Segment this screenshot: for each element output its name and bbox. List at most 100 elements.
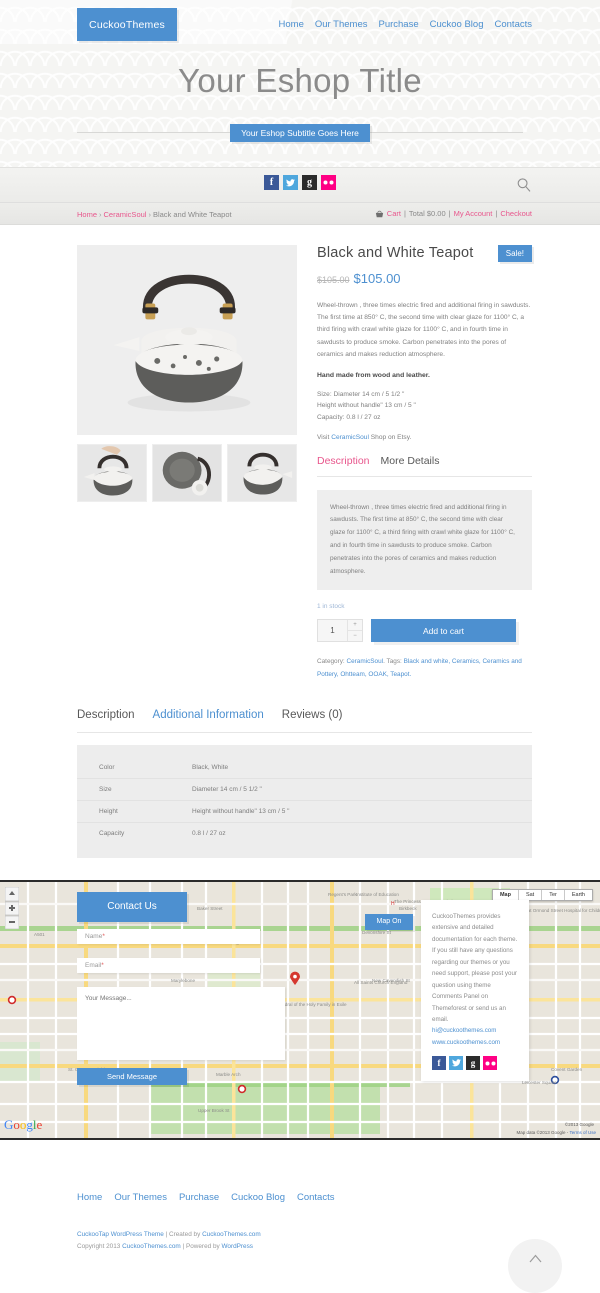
- breadcrumb-category[interactable]: CeramicSoul: [104, 210, 147, 219]
- quantity-decrement-button[interactable]: −: [348, 631, 362, 641]
- product-thumbnails: [77, 444, 297, 502]
- product-main-image[interactable]: [77, 245, 297, 435]
- search-icon[interactable]: [516, 177, 532, 193]
- map-pan-control[interactable]: [4, 886, 20, 934]
- copyright-owner-link[interactable]: CuckooThemes.com: [122, 1243, 181, 1250]
- site-footer: Home Our Themes Purchase Cuckoo Blog Con…: [0, 1139, 600, 1293]
- theme-name-link[interactable]: CuckooTap WordPress Theme: [77, 1231, 164, 1238]
- checkout-link[interactable]: Checkout: [500, 209, 532, 218]
- add-to-cart-button[interactable]: Add to cart: [371, 619, 516, 643]
- my-account-link[interactable]: My Account: [454, 209, 493, 218]
- info-panel-social-group: f g: [432, 1056, 519, 1071]
- tab-additional-information[interactable]: Additional Information: [153, 709, 264, 721]
- product-mini-tabs: Description More Details: [317, 455, 532, 477]
- site-subtitle: Your Eshop Subtitle Goes Here: [230, 124, 370, 142]
- map-contact-section: H H London Marylebone Baker Street The P…: [0, 879, 600, 1140]
- nav-item-home[interactable]: Home: [279, 19, 304, 30]
- product-excerpt: Wheel-thrown , three times electric fire…: [317, 489, 532, 591]
- credit-sep-1: | Created by: [165, 1230, 201, 1238]
- twitter-icon[interactable]: [449, 1056, 463, 1071]
- map-type-map[interactable]: Map: [492, 889, 519, 900]
- map-label-institute-of-education: Institute of Education: [356, 891, 399, 897]
- cart-total: Total $0.00: [408, 209, 446, 218]
- tab-more-details[interactable]: More Details: [381, 455, 440, 467]
- table-row: Size Diameter 14 cm / 5 1/2 ": [77, 779, 532, 801]
- site-logo[interactable]: CuckooThemes: [77, 8, 177, 41]
- map-toggle-button[interactable]: Map On: [365, 913, 413, 930]
- attribute-value: Black, White: [192, 763, 229, 771]
- message-field[interactable]: [77, 986, 285, 1060]
- meta-category-link[interactable]: CeramicSoul: [347, 658, 384, 665]
- map-terms-link[interactable]: Terms of Use: [569, 1130, 596, 1135]
- social-bar: f g: [0, 167, 600, 203]
- map-type-ter[interactable]: Ter: [542, 889, 565, 900]
- footer-nav-contacts[interactable]: Contacts: [297, 1192, 335, 1203]
- info-panel-website-link[interactable]: www.cuckoothemes.com: [432, 1037, 519, 1048]
- flickr-icon[interactable]: [321, 175, 336, 190]
- google-plus-icon[interactable]: g: [302, 175, 317, 190]
- nav-item-contacts[interactable]: Contacts: [495, 19, 533, 30]
- visit-prefix: Visit: [317, 433, 330, 441]
- footer-nav-cuckoo-blog[interactable]: Cuckoo Blog: [231, 1192, 285, 1203]
- spec-size: Size: Diameter 14 cm / 5 1/2 ": [317, 390, 405, 398]
- flickr-icon[interactable]: [483, 1056, 497, 1071]
- send-message-button[interactable]: Send Message: [77, 1067, 187, 1085]
- stock-status: 1 in stock: [317, 603, 345, 611]
- product-thumbnail-2[interactable]: [152, 444, 222, 502]
- map-type-sat[interactable]: Sat: [519, 889, 543, 900]
- theme-author-link[interactable]: CuckooThemes.com: [202, 1231, 261, 1238]
- wordpress-link[interactable]: WordPress: [221, 1243, 253, 1250]
- product-thumbnail-1[interactable]: [77, 444, 147, 502]
- facebook-icon[interactable]: f: [264, 175, 279, 190]
- add-to-cart-row: 1 + − Add to cart: [317, 619, 532, 643]
- attribute-value: Height without handle" 13 cm / 5 ": [192, 807, 290, 815]
- cart-divider-2: |: [448, 209, 451, 218]
- quantity-value[interactable]: 1: [318, 620, 348, 642]
- table-row: Capacity 0.8 l / 27 oz: [77, 823, 532, 844]
- copyright-text: Copyright 2013: [77, 1242, 121, 1250]
- name-field[interactable]: [77, 928, 260, 944]
- tab-description-main[interactable]: Description: [77, 709, 135, 721]
- tab-reviews[interactable]: Reviews (0): [282, 709, 343, 721]
- info-panel-email-link[interactable]: hi@cuckoothemes.com: [432, 1025, 519, 1036]
- google-plus-icon[interactable]: g: [466, 1056, 480, 1071]
- attribute-value: 0.8 l / 27 oz: [192, 829, 226, 837]
- meta-tags-label: Tags:: [386, 658, 402, 666]
- breadcrumb-current: Black and White Teapot: [152, 210, 232, 219]
- breadcrumb-bar: Home › CeramicSoul › Black and White Teapot …: [0, 203, 600, 225]
- attributes-table: Color Black, White Size Diameter 14 cm /…: [77, 744, 532, 858]
- site-logo-text: CuckooThemes: [89, 18, 165, 31]
- primary-nav: Home Our Themes Purchase Cuckoo Blog Con…: [279, 19, 532, 30]
- product-detail-tabs: Description Additional Information Revie…: [77, 709, 532, 733]
- quantity-stepper[interactable]: 1 + −: [317, 619, 363, 643]
- footer-nav-home[interactable]: Home: [77, 1192, 102, 1203]
- product-section: Sale! Black and White Teapot $105.00 $105…: [77, 245, 532, 681]
- nav-item-cuckoo-blog[interactable]: Cuckoo Blog: [430, 19, 484, 30]
- chevron-up-icon: [529, 1250, 542, 1263]
- map-label-devonshire-st: Devonshire St: [362, 929, 391, 935]
- facebook-icon[interactable]: f: [432, 1056, 446, 1071]
- map-copyright: ©2013 Google: [564, 1121, 594, 1127]
- spec-capacity: Capacity: 0.8 l / 27 oz: [317, 414, 381, 421]
- twitter-icon[interactable]: [283, 175, 298, 190]
- map-type-earth[interactable]: Earth: [565, 890, 592, 900]
- table-row: Color Black, White: [77, 757, 532, 779]
- cart-link[interactable]: Cart: [387, 209, 401, 218]
- status-badge: Sale!: [497, 245, 532, 262]
- google-logo: Google: [4, 1117, 50, 1135]
- footer-nav-purchase[interactable]: Purchase: [179, 1192, 219, 1203]
- tab-description[interactable]: Description: [317, 455, 370, 467]
- nav-item-purchase[interactable]: Purchase: [378, 19, 418, 30]
- nav-item-our-themes[interactable]: Our Themes: [315, 19, 368, 30]
- email-field[interactable]: [77, 957, 260, 973]
- map-label-birkbeck: Birkbeck: [399, 905, 417, 911]
- back-to-top-button[interactable]: [508, 1239, 562, 1293]
- info-panel-body: CuckooThemes provides extensive and deta…: [432, 912, 518, 1023]
- product-thumbnail-3[interactable]: [227, 444, 297, 502]
- breadcrumb-home[interactable]: Home: [77, 210, 97, 219]
- footer-nav-our-themes[interactable]: Our Themes: [114, 1192, 167, 1203]
- quantity-increment-button[interactable]: +: [348, 620, 362, 632]
- breadcrumb-separator-1: ›: [99, 210, 102, 219]
- cart-summary: Cart | Total $0.00 | My Account | Checkout: [375, 209, 532, 218]
- visit-shop-link[interactable]: CeramicSoul: [331, 434, 369, 441]
